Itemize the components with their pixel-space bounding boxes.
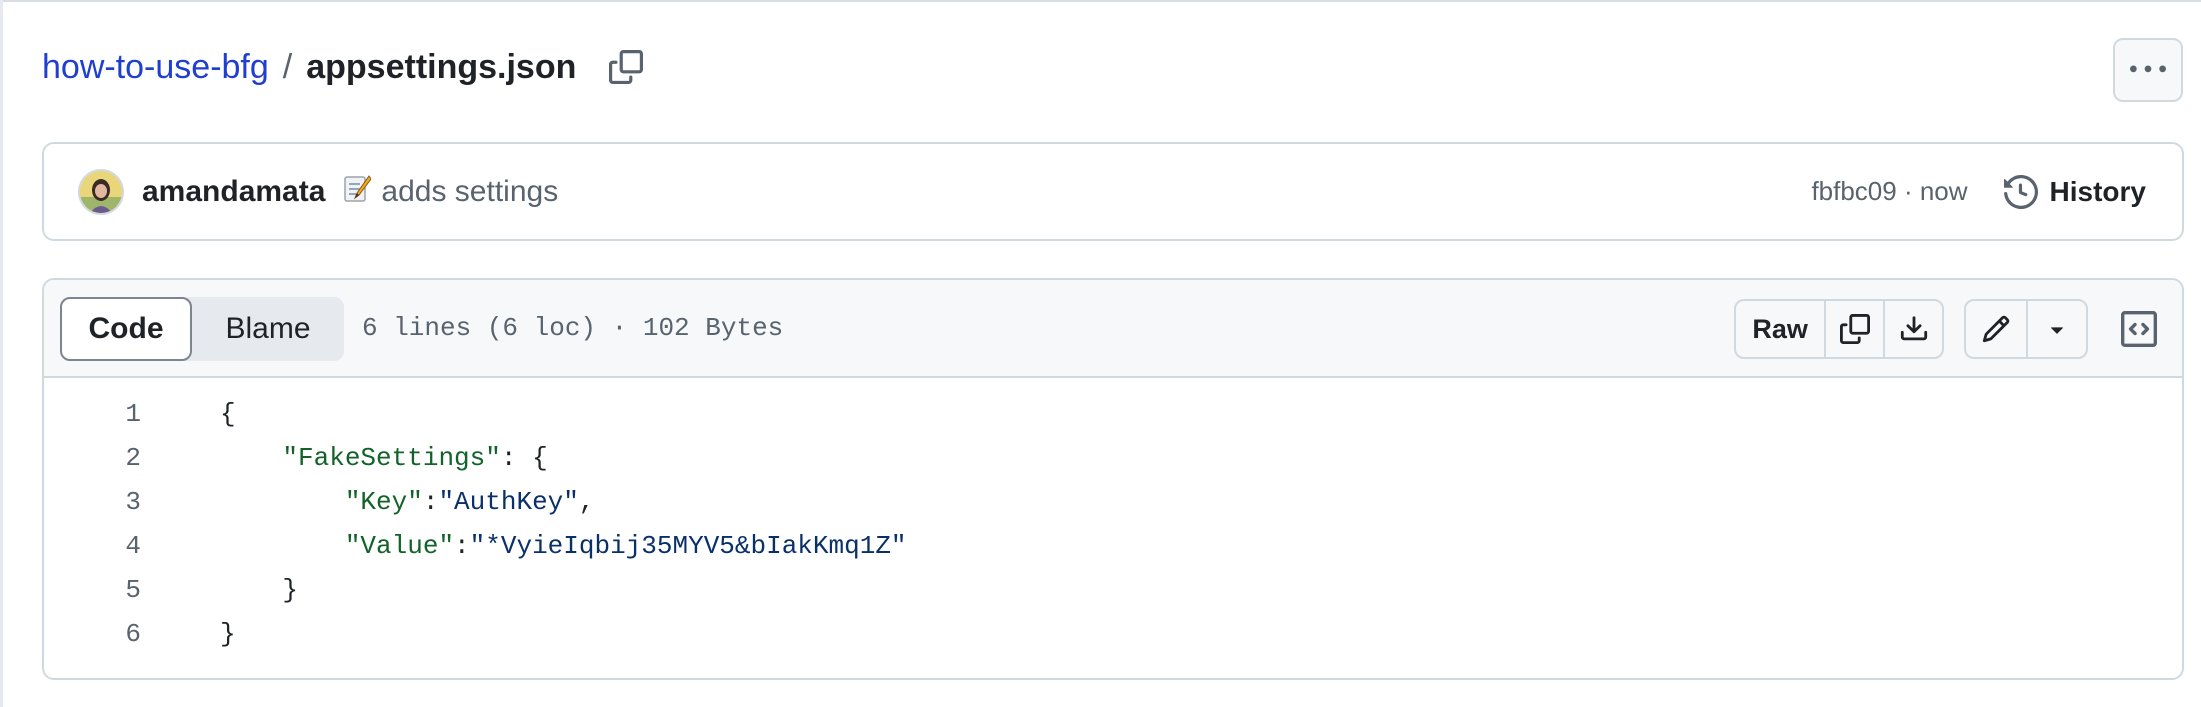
copy-path-button[interactable] [606,47,646,87]
code-line-text: } [220,575,298,605]
kebab-horizontal-icon [2130,65,2166,73]
copy-icon [609,50,644,84]
triangle-down-icon [2051,327,2063,334]
copy-raw-button[interactable] [1824,301,1883,357]
code-line-text: "FakeSettings": { [220,443,548,473]
history-button[interactable]: History [2003,174,2146,209]
json-punctuation: : { [500,443,548,473]
edit-actions-group [1964,299,2088,359]
breadcrumb: how-to-use-bfg / appsettings.json [42,38,646,96]
code-line: 1{ [44,392,2182,436]
code-line: 6} [44,612,2182,656]
code-line: 2 "FakeSettings": { [44,436,2182,480]
commit-meta: fbfbc09 · now History [1811,144,2146,239]
json-string: "*VyieIqbij35MYV5&bIakKmq1Z" [469,531,907,561]
commit-message-text: adds settings [381,174,559,208]
raw-actions-group: Raw [1734,299,1944,359]
commit-sha-time[interactable]: fbfbc09 · now [1811,176,1967,207]
view-toggle: Code Blame [60,297,344,361]
json-key: "Value" [344,531,455,561]
left-divider [0,0,3,707]
latest-commit-bar: amandamata adds settings fbfbc09 · now H… [42,142,2184,241]
tab-blame[interactable]: Blame [192,297,344,361]
download-icon [1900,316,1927,341]
symbols-panel-button[interactable] [2112,302,2166,356]
json-punctuation: , [578,487,595,517]
code-square-icon [2121,311,2157,347]
breadcrumb-separator: / [282,47,293,86]
code-line-text: } [220,619,236,649]
json-punctuation: : [422,487,439,517]
code-line-text: "Value":"*VyieIqbij35MYV5&bIakKmq1Z" [220,531,907,561]
line-number[interactable]: 3 [44,487,141,517]
edit-dropdown-button[interactable] [2025,301,2086,357]
code-line: 4 "Value":"*VyieIqbij35MYV5&bIakKmq1Z" [44,524,2182,568]
line-number[interactable]: 6 [44,619,141,649]
line-number[interactable]: 4 [44,531,141,561]
file-stats: 6 lines (6 loc) · 102 Bytes [362,313,784,343]
history-icon [2003,174,2038,209]
history-label: History [2049,175,2146,207]
json-punctuation: : [454,531,470,561]
line-number[interactable]: 1 [44,399,141,429]
pencil-icon [1982,315,2010,343]
code-line: 5 } [44,568,2182,612]
code-line-text: "Key":"AuthKey", [220,487,595,517]
line-number[interactable]: 2 [44,443,141,473]
line-number[interactable]: 5 [44,575,141,605]
copy-icon [1839,314,1870,344]
memo-icon [343,173,373,211]
code-line: 3 "Key":"AuthKey", [44,480,2182,524]
top-divider [0,0,2201,2]
json-key: "Key" [344,487,423,517]
tab-code[interactable]: Code [60,297,192,361]
file-header: Code Blame 6 lines (6 loc) · 102 Bytes R… [44,280,2182,378]
commit-author[interactable]: amandamata [142,175,325,209]
breadcrumb-repo-link[interactable]: how-to-use-bfg [42,48,269,87]
raw-button[interactable]: Raw [1736,301,1824,357]
commit-message[interactable]: adds settings [343,173,558,211]
edit-file-button[interactable] [1966,301,2026,357]
json-punctuation: } [220,619,236,649]
download-button[interactable] [1883,301,1942,357]
file-viewer: Code Blame 6 lines (6 loc) · 102 Bytes R… [42,278,2184,680]
json-string: "AuthKey" [438,487,579,517]
more-options-button[interactable] [2113,38,2183,102]
avatar[interactable] [78,168,124,215]
json-key: "FakeSettings" [282,443,501,473]
code-view[interactable]: 1{2 "FakeSettings": {3 "Key":"AuthKey", 4… [44,378,2182,656]
json-punctuation: { [220,399,236,429]
breadcrumb-file-name: appsettings.json [306,47,577,86]
code-line-text: { [220,399,236,429]
json-punctuation: } [282,575,299,605]
